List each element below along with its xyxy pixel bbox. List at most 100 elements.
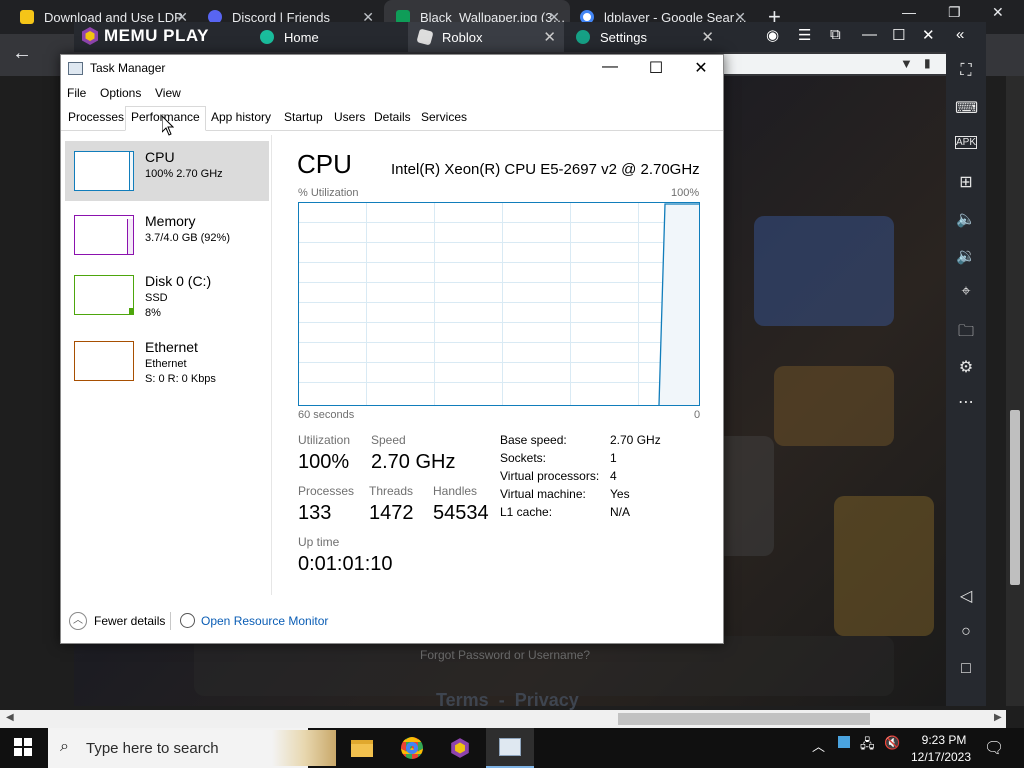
memu-minimize-icon[interactable]: —: [862, 26, 877, 43]
task-manager-window: Task Manager — ☐ ✕ File Options View Pro…: [60, 54, 724, 644]
chevron-up-icon[interactable]: ︿: [69, 612, 87, 630]
collapse-sidebar-icon[interactable]: «: [956, 26, 964, 43]
windows-start-icon[interactable]: [14, 738, 32, 756]
utilization-axis-label: % Utilization: [298, 187, 359, 199]
keyboard-icon[interactable]: ⌨: [955, 98, 978, 118]
chrome-icon: [401, 737, 423, 759]
memory-mini-graph: [74, 215, 134, 255]
search-icon: ⌕: [60, 738, 69, 755]
home-icon: [260, 30, 274, 44]
taskbar-chrome[interactable]: [388, 728, 436, 768]
fullscreen-icon[interactable]: ⛶: [955, 62, 977, 80]
speed-value: 2.70 GHz: [371, 451, 456, 473]
virtual-machine-label: Virtual machine:: [500, 487, 586, 501]
folder-icon: [351, 739, 373, 757]
sidebar-item-detail: 3.7/4.0 GB (92%): [145, 232, 230, 244]
chevron-up-icon[interactable]: ︿: [812, 736, 825, 755]
tab-users[interactable]: Users: [334, 110, 365, 130]
taskbar-memu[interactable]: [436, 728, 484, 768]
memu-tab-roblox[interactable]: Roblox ✕: [408, 22, 564, 52]
memu-maximize-icon[interactable]: ☐: [892, 26, 905, 44]
folder-icon[interactable]: 🗀: [955, 320, 977, 347]
scroll-left-icon[interactable]: ◀: [6, 712, 14, 723]
mouse-cursor-icon: [162, 116, 174, 136]
speed-label: Speed: [371, 433, 406, 447]
browser-restore-icon[interactable]: ❐: [948, 4, 961, 21]
tab-details[interactable]: Details: [374, 110, 411, 130]
sidebar-item-memory[interactable]: Memory 3.7/4.0 GB (92%): [65, 205, 269, 265]
clock-date[interactable]: 12/17/2023: [910, 750, 972, 764]
tray-app-icon[interactable]: [838, 736, 850, 748]
cpu-utilization-graph: [298, 202, 700, 406]
search-highlight-image: [272, 730, 336, 766]
cpu-model: Intel(R) Xeon(R) CPU E5-2697 v2 @ 2.70GH…: [391, 161, 700, 178]
volume-down-icon[interactable]: 🔉: [955, 246, 977, 266]
android-home-icon[interactable]: ○: [955, 623, 977, 641]
horizontal-scrollbar-thumb[interactable]: [618, 713, 870, 725]
virtual-processors-label: Virtual processors:: [500, 469, 600, 483]
sidebar-item-disk[interactable]: Disk 0 (C:) SSD 8%: [65, 265, 269, 325]
resource-monitor-icon[interactable]: [180, 613, 195, 628]
processes-value: 133: [298, 502, 332, 524]
l1-cache-value: N/A: [610, 505, 631, 519]
footer-divider: [170, 612, 171, 630]
browser-minimize-icon[interactable]: —: [902, 4, 916, 20]
sidebar-item-cpu[interactable]: CPU 100% 2.70 GHz: [65, 141, 269, 201]
location-icon[interactable]: ⌖: [955, 283, 977, 301]
uptime-value: 0:01:01:10: [298, 553, 393, 575]
maximize-icon[interactable]: ☐: [633, 58, 679, 78]
volume-up-icon[interactable]: 🔈: [955, 209, 977, 229]
base-speed-label: Base speed:: [500, 433, 567, 447]
base-speed-value: 2.70 GHz: [610, 433, 661, 447]
minimize-icon[interactable]: —: [587, 58, 633, 76]
menu-icon[interactable]: ☰: [798, 26, 811, 44]
terms-privacy-links[interactable]: Terms - Privacy: [436, 690, 579, 711]
android-back-icon[interactable]: ◁: [955, 586, 977, 606]
sockets-label: Sockets:: [500, 451, 547, 465]
utilization-max-label: 100%: [671, 187, 700, 199]
handles-value: 54534: [433, 502, 489, 524]
sockets-value: 1: [610, 451, 617, 465]
settings-gear-icon[interactable]: ⚙: [955, 357, 977, 377]
apk-install-icon[interactable]: APK: [955, 136, 977, 149]
sidebar-item-label: Ethernet: [145, 339, 198, 355]
graph-time-left-label: 60 seconds: [298, 409, 355, 421]
volume-muted-icon[interactable]: 🔇: [884, 735, 900, 751]
taskbar-file-explorer[interactable]: [338, 728, 386, 768]
network-icon[interactable]: 🖧: [860, 735, 875, 757]
sidebar-item-detail: Ethernet: [145, 358, 187, 370]
back-arrow-icon[interactable]: ←: [12, 42, 32, 65]
notification-icon[interactable]: 🗨: [984, 738, 1004, 758]
close-icon[interactable]: ✕: [701, 28, 714, 46]
page-scrollbar-thumb[interactable]: [1010, 410, 1020, 585]
android-recents-icon[interactable]: □: [955, 660, 977, 678]
scroll-right-icon[interactable]: ▶: [994, 712, 1002, 723]
tab-services[interactable]: Services: [421, 110, 467, 130]
more-icon[interactable]: ⋯: [955, 392, 977, 412]
tab-app-history[interactable]: App history: [211, 110, 271, 130]
forgot-password-link[interactable]: Forgot Password or Username?: [420, 648, 590, 662]
memu-tab-settings[interactable]: Settings ✕: [566, 22, 722, 52]
tab-processes[interactable]: Processes: [68, 110, 124, 130]
menu-view[interactable]: View: [155, 86, 181, 100]
tab-startup[interactable]: Startup: [284, 110, 323, 130]
utilization-value: 100%: [298, 451, 350, 473]
fewer-details-button[interactable]: Fewer details: [94, 614, 165, 628]
sidebar-item-detail: 100% 2.70 GHz: [145, 168, 223, 180]
browser-close-icon[interactable]: ✕: [992, 4, 1004, 21]
open-resource-monitor-link[interactable]: Open Resource Monitor: [201, 614, 328, 628]
multi-window-icon[interactable]: ⧉: [830, 26, 841, 43]
sidebar-item-ethernet[interactable]: Ethernet Ethernet S: 0 R: 0 Kbps: [65, 331, 269, 391]
menu-options[interactable]: Options: [100, 86, 141, 100]
menu-file[interactable]: File: [67, 86, 86, 100]
close-icon[interactable]: ✕: [678, 58, 724, 78]
memu-tab-home[interactable]: Home: [250, 22, 406, 52]
account-icon[interactable]: ◉: [766, 26, 779, 44]
taskbar-task-manager[interactable]: [486, 728, 534, 768]
close-icon[interactable]: ✕: [543, 28, 556, 46]
add-window-icon[interactable]: ⊞: [955, 172, 977, 192]
clock-time[interactable]: 9:23 PM: [918, 733, 970, 747]
virtual-processors-value: 4: [610, 469, 617, 483]
memu-close-icon[interactable]: ✕: [922, 26, 935, 44]
taskbar-search-input[interactable]: ⌕ Type here to search: [48, 728, 308, 768]
